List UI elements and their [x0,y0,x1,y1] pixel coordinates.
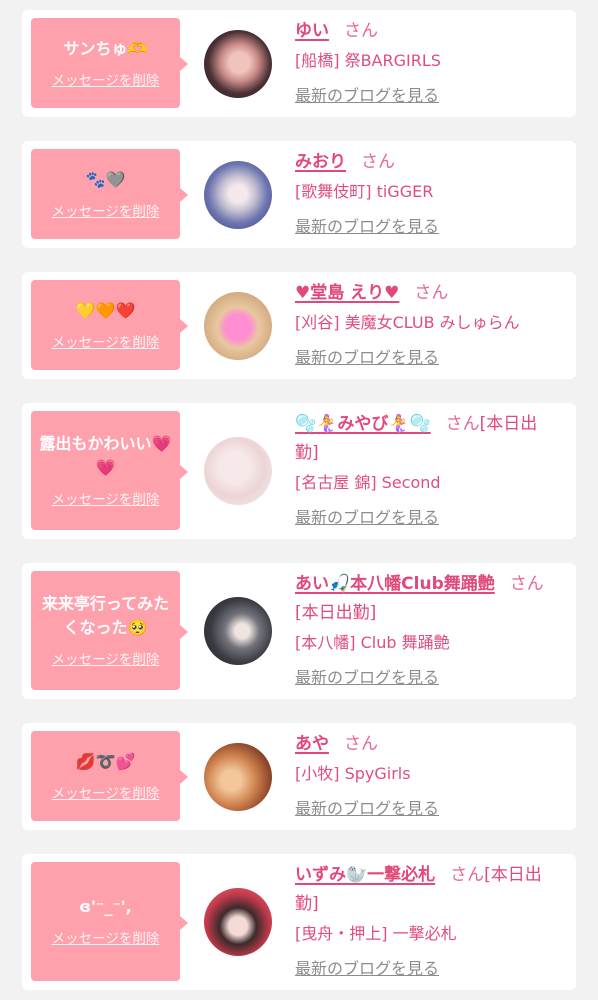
blog-row: 最新のブログを見る [295,663,560,692]
name-line: いずみ🦭一撃必札 さん[本日出勤] [295,861,560,919]
honorific-label: さん [450,865,485,885]
cast-name-link[interactable]: みおり [295,152,346,172]
honorific-label: さん [361,152,395,172]
honorific-label: さん [509,574,544,594]
message-bubble: 🐾🩶 メッセージを削除 [31,149,188,239]
honorific-label: さん [414,283,449,303]
shop-label: [刈谷] 美魔女CLUB みしゅらん [295,313,520,332]
message-card: サンちゅ🫶 メッセージを削除 ゆい さん [船橋] 祭BARGIRLS 最新のブロ… [22,10,576,117]
honorific-label: さん [344,21,378,41]
honorific-label: さん [445,414,480,434]
message-text: 露出もかわいい💗💗 [39,434,172,477]
avatar-container [180,563,295,699]
attendance-status: [本日出勤] [295,603,377,623]
avatar-container [180,403,295,539]
avatar[interactable] [203,742,272,811]
name-line: 🫧🧜‍♀️みやび🧜‍♀️🫧 さん[本日出勤] [295,410,560,468]
latest-blog-link[interactable]: 最新のブログを見る [295,959,439,978]
delete-message-link[interactable]: メッセージを削除 [52,203,160,221]
blog-row: 最新のブログを見る [295,212,560,241]
avatar-container [180,272,295,379]
cast-info: みおり さん [歌舞伎町] tiGGER 最新のブログを見る [295,141,560,248]
latest-blog-link[interactable]: 最新のブログを見る [295,86,439,105]
delete-message-link[interactable]: メッセージを削除 [52,491,160,509]
blog-row: 最新のブログを見る [295,81,560,110]
name-line: みおり さん [295,148,560,177]
shop-label: [名古屋 錦] Second [295,473,441,492]
message-list: サンちゅ🫶 メッセージを削除 ゆい さん [船橋] 祭BARGIRLS 最新のブロ… [0,0,598,990]
message-text: 🐾🩶 [85,169,126,189]
shop-label: [曳舟・押上] 一撃必札 [295,924,457,943]
message-bubble: 来来亭行ってみたくなった🥺 メッセージを削除 [31,571,188,690]
message-text: サンちゅ🫶 [63,38,148,58]
message-card: 💛🧡❤️ メッセージを削除 ♥堂島 えり♥ さん [刈谷] 美魔女CLUB みしゅ… [22,272,576,379]
latest-blog-link[interactable]: 最新のブログを見る [295,348,439,367]
message-bubble: 露出もかわいい💗💗 メッセージを削除 [31,411,188,530]
cast-name-link[interactable]: ゆい [295,21,329,41]
avatar[interactable] [203,291,272,360]
message-text: 💛🧡❤️ [75,300,136,320]
avatar[interactable] [203,160,272,229]
shop-label: [本八幡] Club 舞踊艶 [295,633,450,652]
cast-name-link[interactable]: いずみ🦭一撃必札 [295,865,435,885]
blog-row: 最新のブログを見る [295,954,560,983]
cast-name-link[interactable]: あい🎣本八幡Club舞踊艶 [295,574,495,594]
shop-label: [小牧] SpyGirls [295,764,411,783]
cast-info: 🫧🧜‍♀️みやび🧜‍♀️🫧 さん[本日出勤] [名古屋 錦] Second 最新の… [295,403,560,539]
delete-message-link[interactable]: メッセージを削除 [52,930,160,948]
name-line: ゆい さん [295,17,560,46]
latest-blog-link[interactable]: 最新のブログを見る [295,217,439,236]
blog-row: 最新のブログを見る [295,503,560,532]
cast-info: ゆい さん [船橋] 祭BARGIRLS 最新のブログを見る [295,10,560,117]
delete-message-link[interactable]: メッセージを削除 [52,334,160,352]
cast-name-link[interactable]: ♥堂島 えり♥ [295,283,399,303]
delete-message-link[interactable]: メッセージを削除 [52,72,160,90]
avatar[interactable] [203,888,272,956]
latest-blog-link[interactable]: 最新のブログを見る [295,668,439,687]
avatar-container [180,723,295,830]
avatar-container [180,10,295,117]
cast-info: あい🎣本八幡Club舞踊艶 さん [本日出勤] [本八幡] Club 舞踊艶 最新の… [295,563,560,699]
cast-info: ♥堂島 えり♥ さん [刈谷] 美魔女CLUB みしゅらん 最新のブログを見る [295,272,560,379]
blog-row: 最新のブログを見る [295,343,560,372]
shop-label: [船橋] 祭BARGIRLS [295,51,441,70]
latest-blog-link[interactable]: 最新のブログを見る [295,799,439,818]
avatar[interactable] [203,437,272,505]
message-bubble: 💋➰💕 メッセージを削除 [31,731,188,821]
message-card: 露出もかわいい💗💗 メッセージを削除 🫧🧜‍♀️みやび🧜‍♀️🫧 さん[本日出勤]… [22,403,576,539]
name-line: あや さん [295,730,560,759]
shop-label: [歌舞伎町] tiGGER [295,182,434,201]
avatar[interactable] [203,597,272,665]
message-text: 来来亭行ってみたくなった🥺 [41,594,170,637]
message-bubble: サンちゅ🫶 メッセージを削除 [31,18,188,108]
message-text: ɞ'⁻_⁻', [79,897,132,916]
message-card: 来来亭行ってみたくなった🥺 メッセージを削除 あい🎣本八幡Club舞踊艶 さん [本… [22,563,576,699]
cast-name-link[interactable]: 🫧🧜‍♀️みやび🧜‍♀️🫧 [295,414,431,434]
message-bubble: 💛🧡❤️ メッセージを削除 [31,280,188,370]
cast-info: あや さん [小牧] SpyGirls 最新のブログを見る [295,723,560,830]
delete-message-link[interactable]: メッセージを削除 [52,785,160,803]
message-card: 🐾🩶 メッセージを削除 みおり さん [歌舞伎町] tiGGER 最新のブログを見… [22,141,576,248]
cast-info: いずみ🦭一撃必札 さん[本日出勤] [曳舟・押上] 一撃必札 最新のブログを見る [295,854,560,990]
blog-row: 最新のブログを見る [295,794,560,823]
message-card: ɞ'⁻_⁻', メッセージを削除 いずみ🦭一撃必札 さん[本日出勤] [曳舟・押上… [22,854,576,990]
avatar-container [180,854,295,990]
message-card: 💋➰💕 メッセージを削除 あや さん [小牧] SpyGirls 最新のブログを見… [22,723,576,830]
name-line: ♥堂島 えり♥ さん [295,279,560,308]
name-line: あい🎣本八幡Club舞踊艶 さん [本日出勤] [295,570,560,628]
delete-message-link[interactable]: メッセージを削除 [52,651,160,669]
honorific-label: さん [344,734,378,754]
message-text: 💋➰💕 [75,751,136,771]
cast-name-link[interactable]: あや [295,734,329,754]
avatar-container [180,141,295,248]
message-bubble: ɞ'⁻_⁻', メッセージを削除 [31,862,188,981]
latest-blog-link[interactable]: 最新のブログを見る [295,508,439,527]
avatar[interactable] [203,29,272,98]
